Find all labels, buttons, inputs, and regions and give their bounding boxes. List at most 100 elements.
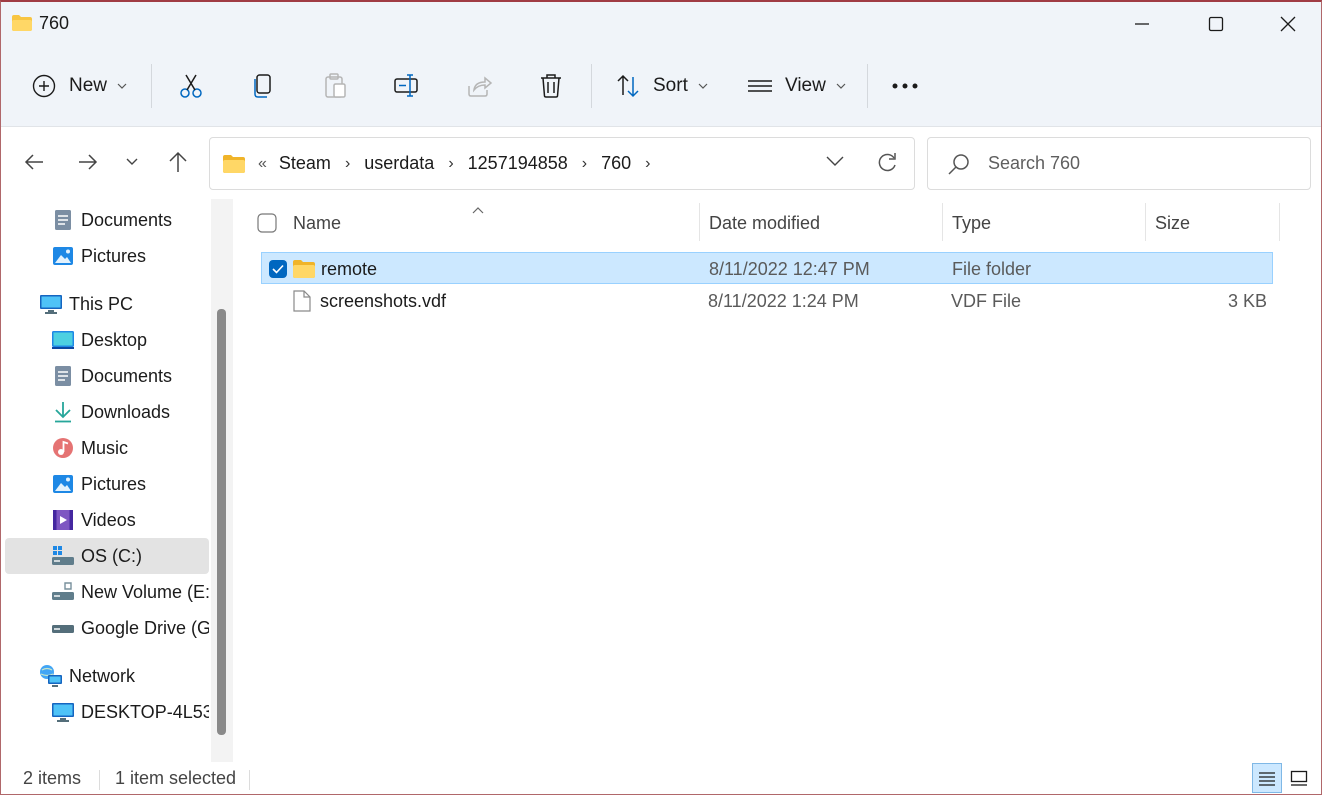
chevron-right-icon[interactable]: › (345, 155, 350, 173)
sidebar-item-desktop[interactable]: Desktop (1, 322, 209, 358)
sidebar-item-pictures[interactable]: Pictures (1, 238, 209, 274)
this-pc-icon (39, 292, 63, 316)
share-button[interactable] (465, 46, 493, 126)
address-bar[interactable]: « Steam › userdata › 1257194858 › 760 › (209, 137, 915, 190)
column-header-size[interactable]: Size (1155, 199, 1275, 247)
sidebar-item-label: Videos (81, 509, 136, 530)
rename-button[interactable] (393, 46, 421, 126)
column-divider[interactable] (699, 203, 700, 241)
column-divider[interactable] (1279, 203, 1280, 241)
sidebar-item-label: Downloads (81, 401, 171, 422)
sidebar-item-new-volume[interactable]: New Volume (E:) (1, 574, 209, 610)
file-icon (293, 285, 311, 317)
new-label: New (69, 75, 108, 96)
column-divider[interactable] (1145, 203, 1146, 241)
checkbox-icon (257, 213, 277, 233)
sidebar-item-label: New Volume (E:) (81, 581, 209, 602)
breadcrumb-item[interactable]: 760 (601, 153, 631, 174)
forward-button[interactable] (73, 147, 103, 177)
plus-circle-icon (32, 74, 56, 98)
pictures-icon (51, 244, 75, 268)
more-options-button[interactable] (891, 46, 919, 126)
column-header-date-modified[interactable]: Date modified (709, 199, 939, 247)
thumbnails-view-icon (1290, 770, 1308, 786)
select-all-checkbox[interactable] (257, 199, 277, 247)
trash-icon (541, 74, 561, 98)
maximize-button[interactable] (1181, 2, 1251, 46)
address-history-button[interactable] (826, 154, 844, 172)
file-type: VDF File (951, 290, 1022, 311)
window-title: 760 (39, 13, 70, 33)
minimize-button[interactable] (1107, 2, 1177, 46)
sidebar-item-pictures[interactable]: Pictures (1, 466, 209, 502)
breadcrumb-item[interactable]: 1257194858 (468, 153, 568, 174)
music-icon (51, 436, 75, 460)
sort-button[interactable]: Sort (615, 46, 708, 126)
sidebar-item-videos[interactable]: Videos (1, 502, 209, 538)
sidebar-item-this-pc[interactable]: This PC (1, 286, 209, 322)
sidebar-item-label: Desktop (81, 329, 148, 350)
close-button[interactable] (1253, 2, 1321, 46)
navigation-pane: Documents Pictures This PC Desktop Docum… (1, 199, 233, 762)
maximize-icon (1208, 16, 1224, 32)
sidebar-item-downloads[interactable]: Downloads (1, 394, 209, 430)
sidebar-scrollbar-thumb[interactable] (217, 309, 226, 735)
chevron-down-icon (836, 83, 846, 89)
sidebar-item-documents[interactable]: Documents (1, 358, 209, 394)
column-divider[interactable] (942, 203, 943, 241)
column-header-type[interactable]: Type (952, 199, 1142, 247)
refresh-button[interactable] (876, 152, 898, 179)
details-view-button[interactable] (1252, 763, 1282, 793)
paste-button[interactable] (321, 46, 349, 126)
delete-button[interactable] (537, 46, 565, 126)
sidebar-item-os-drive[interactable]: OS (C:) (5, 538, 209, 574)
chevron-right-icon[interactable]: › (645, 155, 650, 173)
chevron-right-icon[interactable]: › (448, 155, 453, 173)
row-checkbox[interactable] (268, 253, 288, 285)
navigation-bar: « Steam › userdata › 1257194858 › 760 › … (1, 127, 1321, 199)
sidebar-item-label: Music (81, 437, 129, 458)
refresh-icon (878, 153, 896, 172)
arrow-right-icon (79, 154, 98, 170)
recent-locations-button[interactable] (117, 147, 147, 177)
copy-icon (254, 74, 271, 98)
copy-button[interactable] (249, 46, 277, 126)
status-separator (99, 770, 100, 790)
videos-icon (51, 508, 75, 532)
cut-button[interactable] (177, 46, 205, 126)
arrow-left-icon (24, 154, 43, 170)
chevron-down-icon (126, 158, 138, 165)
search-input[interactable]: Search 760 (988, 153, 1080, 174)
sidebar-item-music[interactable]: Music (1, 430, 209, 466)
sidebar-item-network[interactable]: Network (1, 658, 209, 694)
breadcrumb-item[interactable]: userdata (364, 153, 434, 174)
sidebar-item-documents[interactable]: Documents (1, 202, 209, 238)
sidebar-item-label: Pictures (81, 245, 147, 266)
chevron-right-icon[interactable]: › (582, 155, 587, 173)
breadcrumb-item[interactable]: Steam (279, 153, 331, 174)
share-icon (468, 76, 493, 97)
title-bar: 760 (1, 2, 1321, 46)
chevron-down-icon (117, 83, 127, 89)
file-type: File folder (952, 258, 1032, 279)
selection-count: 1 item selected (115, 768, 237, 788)
sidebar-item-label: This PC (69, 293, 134, 314)
back-button[interactable] (19, 147, 49, 177)
up-button[interactable] (163, 147, 193, 177)
view-label: View (785, 75, 826, 96)
documents-icon (51, 364, 75, 388)
item-count: 2 items (23, 768, 82, 788)
file-row-screenshots[interactable]: screenshots.vdf 8/11/2022 1:24 PM VDF Fi… (261, 285, 1273, 317)
new-button[interactable]: New (31, 46, 127, 126)
checkbox-checked-icon (269, 260, 287, 278)
file-row-remote[interactable]: remote 8/11/2022 12:47 PM File folder (261, 252, 1273, 284)
view-button[interactable]: View (747, 46, 846, 126)
breadcrumb-overflow[interactable]: « (258, 155, 267, 173)
thumbnails-view-button[interactable] (1284, 763, 1314, 793)
sidebar-item-desktop-computer[interactable]: DESKTOP-4L537 (1, 694, 209, 730)
sidebar-item-google-drive[interactable]: Google Drive (G:) (1, 610, 209, 646)
paste-icon (325, 73, 346, 98)
column-header-name[interactable]: Name (293, 199, 693, 247)
search-box[interactable]: Search 760 (927, 137, 1311, 190)
scissors-icon (180, 74, 202, 98)
